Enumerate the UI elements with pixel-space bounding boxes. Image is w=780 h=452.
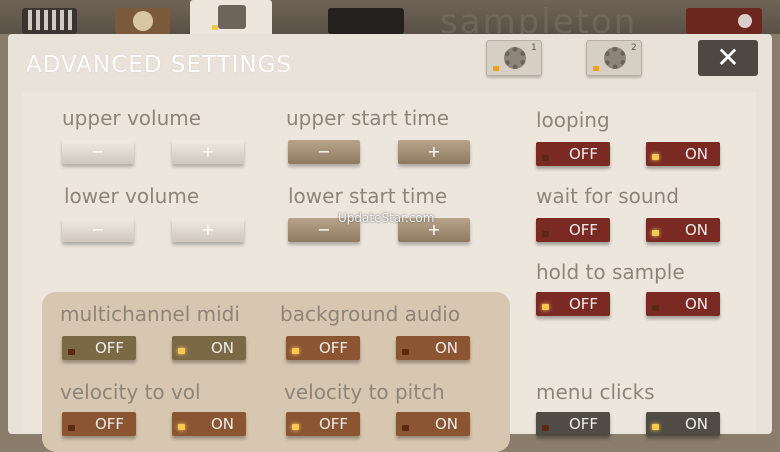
background-audio-on-toggle[interactable]: ON: [396, 336, 470, 360]
hold-to-sample-off-toggle[interactable]: OFF: [536, 292, 610, 316]
velocity-to-vol-off-toggle[interactable]: OFF: [62, 412, 136, 436]
velocity-to-vol-label: velocity to vol: [60, 380, 201, 404]
upper-volume-plus-button[interactable]: +: [172, 140, 244, 164]
looping-off-toggle[interactable]: OFF: [536, 142, 610, 166]
multichannel-midi-label: multichannel midi: [60, 302, 240, 326]
advanced-settings-panel: ADVANCED SETTINGS 1 2 ✕ upper volume − +…: [8, 34, 772, 452]
hold-to-sample-on-toggle[interactable]: ON: [646, 292, 720, 316]
velocity-to-pitch-off-toggle[interactable]: OFF: [286, 412, 360, 436]
velocity-to-pitch-label: velocity to pitch: [284, 380, 445, 404]
upper-start-minus-button[interactable]: −: [288, 140, 360, 164]
settings-body: upper volume − + upper start time − + lo…: [22, 92, 756, 452]
keyboard-tab[interactable]: [22, 8, 77, 34]
page-title: ADVANCED SETTINGS: [26, 52, 293, 78]
gear2-button[interactable]: 2: [586, 40, 642, 76]
multichannel-midi-off-toggle[interactable]: OFF: [62, 336, 136, 360]
face-tab[interactable]: [115, 8, 170, 34]
gear-icon: [604, 47, 626, 69]
watermark-text: UpdateStar.com: [338, 211, 435, 225]
upper-volume-minus-button[interactable]: −: [62, 140, 134, 164]
gear1-number: 1: [531, 43, 537, 53]
velocity-to-pitch-on-toggle[interactable]: ON: [396, 412, 470, 436]
looping-on-toggle[interactable]: ON: [646, 142, 720, 166]
top-tab-bar: sampleton: [0, 0, 780, 42]
looping-label: looping: [536, 108, 610, 132]
gear1-button[interactable]: 1: [486, 40, 542, 76]
led-indicator: [593, 66, 599, 71]
settings-tab[interactable]: [190, 0, 272, 34]
menu-clicks-label: menu clicks: [536, 380, 655, 404]
gear-icon: [218, 5, 246, 29]
background-audio-label: background audio: [280, 302, 461, 326]
hold-to-sample-label: hold to sample: [536, 260, 685, 284]
display-tab[interactable]: [328, 8, 404, 34]
wait-for-sound-label: wait for sound: [536, 184, 679, 208]
background-audio-off-toggle[interactable]: OFF: [286, 336, 360, 360]
menu-clicks-on-toggle[interactable]: ON: [646, 412, 720, 436]
upper-volume-label: upper volume: [62, 106, 202, 130]
lower-volume-minus-button[interactable]: −: [62, 218, 134, 242]
lower-volume-label: lower volume: [64, 184, 200, 208]
led-indicator: [493, 66, 499, 71]
record-icon: [738, 14, 752, 28]
face-icon: [133, 11, 153, 31]
multichannel-midi-on-toggle[interactable]: ON: [172, 336, 246, 360]
upper-start-time-label: upper start time: [286, 106, 450, 130]
upper-start-plus-button[interactable]: +: [398, 140, 470, 164]
gear-icon: [504, 47, 526, 69]
wait-for-sound-off-toggle[interactable]: OFF: [536, 218, 610, 242]
record-tab[interactable]: [686, 8, 762, 34]
velocity-to-vol-on-toggle[interactable]: ON: [172, 412, 246, 436]
menu-clicks-off-toggle[interactable]: OFF: [536, 412, 610, 436]
lower-start-time-label: lower start time: [288, 184, 448, 208]
lower-volume-plus-button[interactable]: +: [172, 218, 244, 242]
wait-for-sound-on-toggle[interactable]: ON: [646, 218, 720, 242]
active-led: [212, 25, 218, 30]
gear2-number: 2: [631, 43, 637, 53]
close-button[interactable]: ✕: [698, 40, 758, 76]
